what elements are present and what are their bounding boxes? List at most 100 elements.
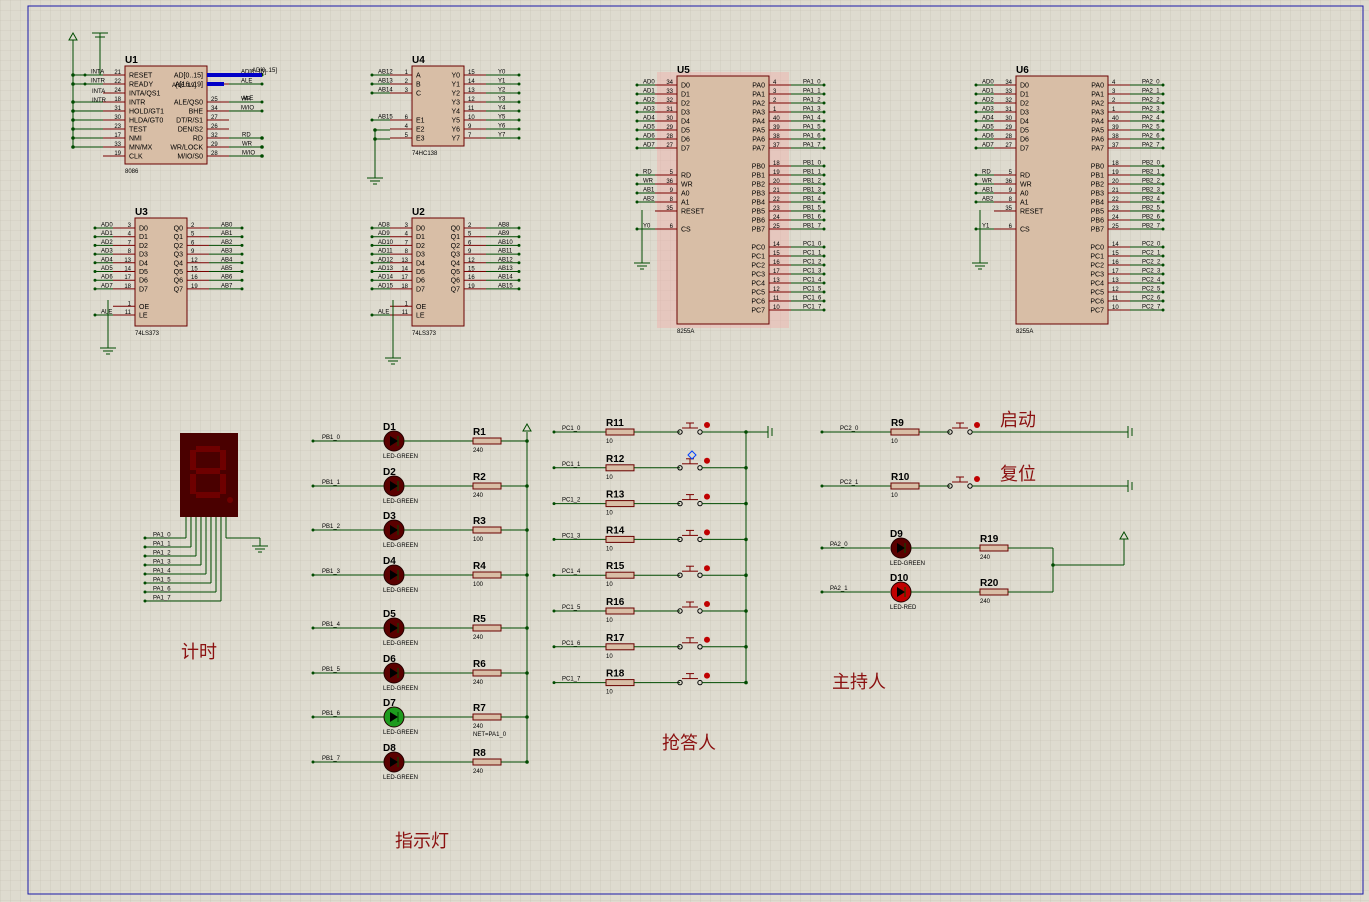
net-terminal: [822, 227, 826, 231]
chip-type: 74HC138: [412, 151, 438, 157]
net-label: AB12: [498, 257, 513, 263]
pin-name: D4: [416, 260, 425, 267]
net-label: AB2: [221, 240, 233, 246]
resistor-ref: R2: [473, 472, 486, 483]
responder-label: 抢答人: [662, 733, 716, 754]
net-terminal: [974, 191, 978, 195]
pin-number: 34: [1005, 80, 1012, 86]
display-net-label: PA1_1: [153, 542, 171, 548]
net-label: AD8: [378, 223, 390, 229]
net-terminal: [1161, 119, 1165, 123]
net-label: M/IO: [241, 106, 254, 112]
pin-number: 21: [1112, 188, 1119, 194]
net-terminal: [822, 191, 826, 195]
net-terminal: [974, 128, 978, 132]
pin-name: PA5: [752, 128, 765, 135]
net-terminal: [974, 92, 978, 96]
switch-indicator: [704, 636, 710, 643]
pin-number: 31: [114, 106, 121, 112]
pin-number: 37: [773, 143, 780, 149]
resistor-value: 240: [473, 769, 484, 775]
net-terminal: [311, 715, 315, 719]
net-label: ALE: [241, 79, 252, 85]
net-terminal: [1161, 209, 1165, 213]
net-label: Y2: [498, 88, 506, 94]
net-label: Y1: [498, 79, 506, 85]
net-terminal: [370, 252, 374, 256]
pin-number: 16: [468, 275, 475, 281]
pin-name: PC0: [751, 245, 765, 252]
host-net-label: PC2_0: [840, 426, 859, 432]
pin-name: D1: [681, 92, 690, 99]
pin-number: 31: [1005, 107, 1012, 113]
pin-name: Q0: [451, 226, 460, 233]
junction-dot: [71, 127, 75, 131]
junction-dot: [71, 100, 75, 104]
pin-number: 40: [1112, 116, 1119, 122]
pin-number: 25: [773, 224, 780, 230]
net-label: RD: [643, 170, 652, 176]
pin-name: PB4: [1091, 200, 1104, 207]
net-label: ALE: [378, 310, 389, 316]
resistor-body: [472, 526, 502, 534]
resistor-value: 10: [891, 493, 898, 499]
pin-name: A: [416, 73, 421, 80]
junction-dot: [71, 82, 75, 86]
pin-number: 25: [211, 97, 218, 103]
chip-type: 74LS373: [135, 331, 160, 337]
pin-name: Q0: [174, 226, 183, 233]
net-label: PC1_5: [803, 287, 822, 293]
pin-name: Q1: [451, 234, 460, 241]
pin-name: D4: [681, 119, 690, 126]
pin-number: 25: [1112, 224, 1119, 230]
host-button-label: 启动: [1000, 410, 1036, 431]
net-terminal: [822, 182, 826, 186]
pin-name: RD: [681, 173, 691, 180]
net-terminal: [974, 83, 978, 87]
pin-name: LE: [416, 313, 425, 320]
pin-name: WR/LOCK: [170, 145, 203, 152]
resistor-ref: R3: [473, 516, 486, 527]
u1-net-inta: INTA: [92, 89, 105, 95]
junction-dot: [71, 145, 75, 149]
net-terminal: [822, 137, 826, 141]
pin-name: PB2: [752, 182, 765, 189]
pin-name: Y5: [451, 118, 460, 125]
pin-name: Y7: [451, 136, 460, 143]
pin-number: 39: [1112, 125, 1119, 131]
resistor-ref: R7: [473, 703, 486, 714]
junction-dot: [260, 145, 264, 149]
led-type: LED-GREEN: [383, 775, 418, 781]
pin-name: PC1: [751, 254, 765, 261]
net-label: PC1_7: [803, 305, 822, 311]
net-label: PB2_6: [1142, 215, 1161, 221]
pin-name: D7: [1020, 146, 1029, 153]
net-label: AB6: [221, 275, 233, 281]
u1-net-ctrl: RD: [242, 133, 251, 139]
pin-name: HLDA/GT0: [129, 118, 163, 125]
net-terminal: [635, 173, 639, 177]
net-label: Y6: [498, 124, 506, 130]
led-ref: D3: [383, 511, 396, 522]
resistor-body: [605, 643, 635, 651]
junction-dot: [525, 439, 529, 443]
pin-name: Q5: [174, 269, 183, 276]
net-label: Y1: [982, 224, 990, 230]
net-terminal: [311, 484, 315, 488]
net-terminal: [240, 278, 244, 282]
junction-dot: [744, 573, 748, 577]
net-terminal: [143, 572, 147, 576]
switch-indicator: [704, 529, 710, 536]
host-led-net-label: PA2_1: [830, 586, 848, 592]
resistor-value: 240: [473, 680, 484, 686]
led-ref: D10: [890, 573, 909, 584]
net-terminal: [552, 573, 556, 577]
net-terminal: [370, 313, 374, 317]
net-terminal: [552, 537, 556, 541]
net-label: AD7: [982, 143, 994, 149]
net-label: WR: [643, 179, 654, 185]
pin-name: PB5: [752, 209, 765, 216]
net-label: PB1_1: [803, 170, 822, 176]
pin-number: 24: [773, 215, 780, 221]
net-terminal: [370, 226, 374, 230]
